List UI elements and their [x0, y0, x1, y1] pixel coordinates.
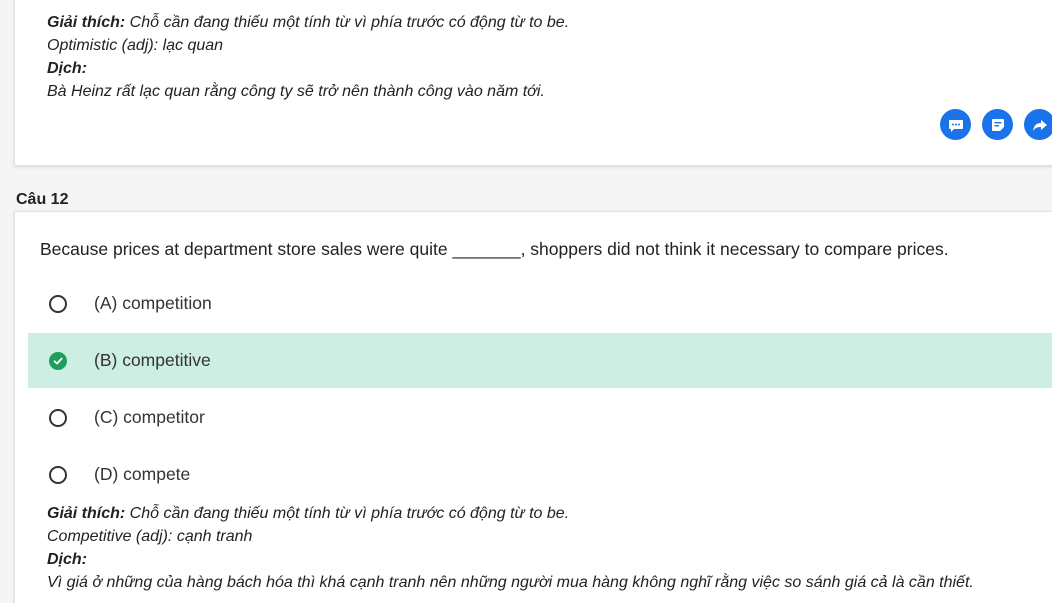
question-text: Because prices at department store sales… [40, 239, 949, 259]
explanation-line: Giải thích: Chỗ cần đang thiếu một tính … [47, 11, 569, 34]
checkmark-icon [53, 357, 63, 364]
translation-text: Vì giá ở những của hàng bách hóa thì khá… [47, 574, 974, 591]
previous-explanation: Giải thích: Chỗ cần đang thiếu một tính … [47, 11, 569, 103]
option-label: (D) compete [94, 464, 191, 484]
translation-label-line: Dịch: [47, 548, 974, 571]
option-b[interactable]: (B) competitive [28, 333, 1052, 388]
comment-icon [948, 119, 963, 132]
explanation-label: Giải thích: [47, 505, 126, 522]
vocab-line: Optimistic (adj): lạc quan [47, 37, 224, 54]
option-label: (B) competitive [94, 350, 211, 370]
radio-icon[interactable] [49, 294, 67, 313]
explanation-text: Chỗ cần đang thiếu một tính từ vì phía t… [125, 14, 570, 31]
page: Giải thích: Chỗ cần đang thiếu một tính … [0, 0, 1052, 603]
explanation-label: Giải thích: [47, 14, 126, 31]
question-number: Câu 12 [16, 191, 69, 208]
check-circle-icon[interactable] [49, 351, 67, 370]
note-button[interactable] [982, 109, 1013, 140]
share-button[interactable] [1024, 109, 1052, 140]
vocab-line: Competitive (adj): cạnh tranh [47, 528, 253, 545]
option-a[interactable]: (A) competition [28, 276, 1052, 331]
question-card: Because prices at department store sales… [14, 211, 1052, 603]
note-icon [991, 118, 1004, 131]
question-explanation: Giải thích: Chỗ cần đang thiếu một tính … [47, 502, 974, 594]
radio-icon[interactable] [49, 465, 67, 484]
option-label: (C) competitor [94, 407, 205, 427]
share-icon [1032, 119, 1047, 131]
translation-label: Dịch: [47, 60, 87, 77]
previous-question-card: Giải thích: Chỗ cần đang thiếu một tính … [14, 0, 1052, 166]
translation-label-line: Dịch: [47, 57, 569, 80]
option-label: (A) competition [94, 293, 212, 313]
comment-button[interactable] [940, 109, 971, 140]
explanation-text: Chỗ cần đang thiếu một tính từ vì phía t… [125, 505, 570, 522]
radio-icon[interactable] [49, 408, 67, 427]
explanation-line: Giải thích: Chỗ cần đang thiếu một tính … [47, 502, 974, 525]
option-d[interactable]: (D) compete [28, 447, 1052, 502]
option-c[interactable]: (C) competitor [28, 390, 1052, 445]
translation-label: Dịch: [47, 551, 87, 568]
action-buttons [940, 109, 1052, 140]
translation-text: Bà Heinz rất lạc quan rằng công ty sẽ tr… [47, 83, 545, 100]
